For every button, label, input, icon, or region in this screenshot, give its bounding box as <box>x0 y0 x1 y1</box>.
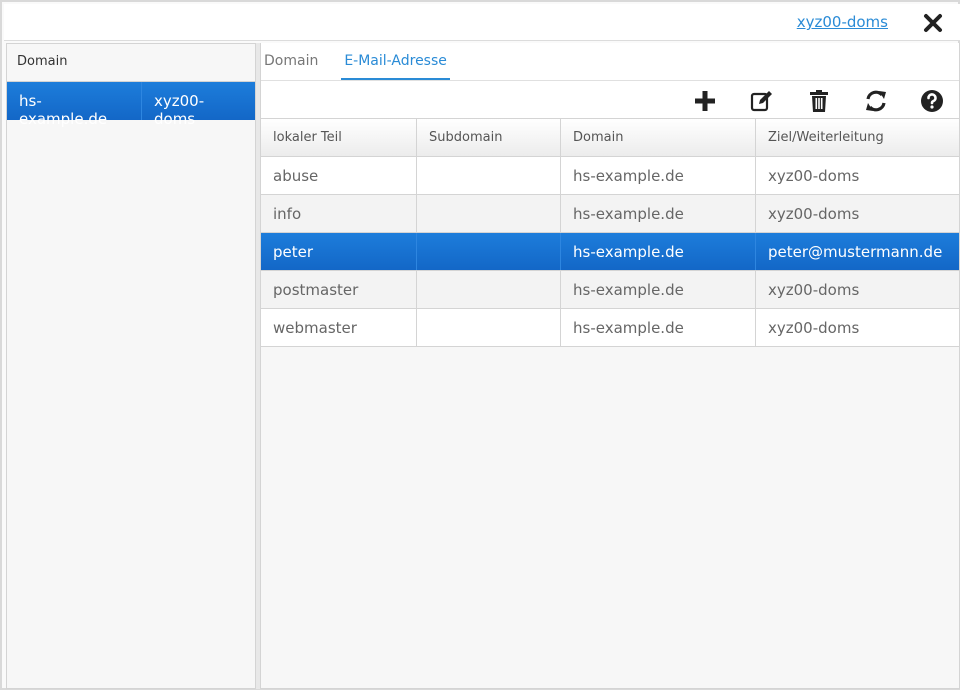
subdomain-cell <box>417 195 561 232</box>
target-cell: xyz00-doms <box>768 281 860 299</box>
table-row[interactable]: postmaster hs-example.de xyz00-doms <box>261 271 959 309</box>
tab-domain[interactable]: Domain <box>261 43 321 80</box>
domain-list-row[interactable]: hs-example.de xyz00-doms <box>7 82 255 128</box>
domain-cell: hs-example.de <box>561 157 756 194</box>
subdomain-cell <box>417 157 561 194</box>
domain-cell: hs-example.de <box>561 233 756 270</box>
tab-bar: Domain E-Mail-Adresse <box>261 43 959 81</box>
user-link[interactable]: xyz00-doms <box>797 13 888 31</box>
domain-cell: hs-example.de <box>561 195 756 232</box>
subdomain-cell <box>417 233 561 270</box>
domain-cell: hs-example.de <box>7 82 142 128</box>
local-part-cell: postmaster <box>261 271 417 308</box>
help-icon[interactable] <box>920 89 944 113</box>
table-row-selected[interactable]: peter hs-example.de peter@mustermann.de <box>261 233 959 271</box>
domain-cell: hs-example.de <box>561 271 756 308</box>
column-header-local-part[interactable]: lokaler Teil <box>261 119 417 156</box>
plus-icon[interactable] <box>693 89 717 113</box>
local-part-cell: abuse <box>261 157 417 194</box>
detail-panel: Domain E-Mail-Adresse lokaler Teil Subdo… <box>260 43 960 689</box>
top-bar: xyz00-doms <box>4 4 960 41</box>
domain-list-header: Domain <box>7 44 255 82</box>
trash-icon[interactable] <box>807 89 831 113</box>
edit-icon[interactable] <box>750 89 774 113</box>
subdomain-cell <box>417 271 561 308</box>
close-icon[interactable] <box>922 12 944 34</box>
local-part-cell: peter <box>261 233 417 270</box>
column-header-domain[interactable]: Domain <box>561 119 756 156</box>
domain-cell: hs-example.de <box>561 309 756 346</box>
target-cell: xyz00-doms <box>768 205 860 223</box>
target-cell: xyz00-doms <box>768 167 860 185</box>
tab-email-address[interactable]: E-Mail-Adresse <box>341 43 450 80</box>
target-cell: peter@mustermann.de <box>768 243 943 261</box>
grid-header: lokaler Teil Subdomain Domain Ziel/Weite… <box>261 119 959 157</box>
table-row[interactable]: info hs-example.de xyz00-doms <box>261 195 959 233</box>
table-row[interactable]: abuse hs-example.de xyz00-doms <box>261 157 959 195</box>
target-cell: xyz00-doms <box>768 319 860 337</box>
app-window: xyz00-doms Domain hs-example.de xyz00-do… <box>0 0 960 690</box>
column-header-subdomain[interactable]: Subdomain <box>417 119 561 156</box>
table-row[interactable]: webmaster hs-example.de xyz00-doms <box>261 309 959 347</box>
owner-cell: xyz00-doms <box>154 92 205 128</box>
toolbar <box>261 81 959 119</box>
column-header-target[interactable]: Ziel/Weiterleitung <box>756 119 959 156</box>
refresh-icon[interactable] <box>864 89 888 113</box>
email-address-grid: lokaler Teil Subdomain Domain Ziel/Weite… <box>261 119 959 347</box>
subdomain-cell <box>417 309 561 346</box>
domain-list-panel: Domain hs-example.de xyz00-doms <box>6 43 256 689</box>
local-part-cell: webmaster <box>261 309 417 346</box>
local-part-cell: info <box>261 195 417 232</box>
